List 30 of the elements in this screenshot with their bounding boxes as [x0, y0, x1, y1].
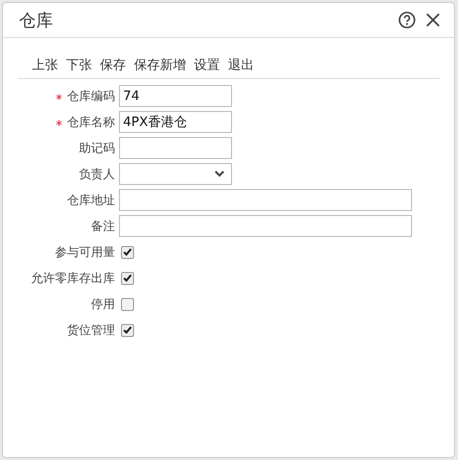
input-field[interactable]: 4PX香港仓 [119, 111, 232, 133]
field-label: 负责人 [79, 166, 115, 182]
field-label: 仓库名称 [67, 114, 115, 130]
toolbar-button[interactable]: 上张 [32, 56, 58, 74]
field-label: 备注 [91, 218, 115, 234]
input-field[interactable] [119, 215, 412, 237]
input-field[interactable] [119, 189, 412, 211]
field-label: 仓库地址 [67, 192, 115, 208]
field-label: 参与可用量 [55, 244, 115, 260]
field-label: 助记码 [79, 140, 115, 156]
checkbox[interactable] [121, 324, 134, 336]
field-label: 货位管理 [67, 322, 115, 338]
chevron-down-icon [214, 170, 225, 178]
toolbar-button[interactable]: 下张 [66, 56, 92, 74]
dropdown-field[interactable] [119, 163, 232, 185]
toolbar-button[interactable]: 保存 [100, 56, 126, 74]
toolbar-button[interactable]: 设置 [194, 56, 220, 74]
input-field[interactable] [119, 137, 232, 159]
field-label: 仓库编码 [67, 88, 115, 104]
input-field[interactable]: 74 [119, 85, 232, 107]
close-icon[interactable] [426, 13, 440, 27]
field-label: 允许零库存出库 [31, 270, 115, 286]
help-icon[interactable] [398, 11, 416, 29]
checkbox[interactable] [121, 272, 134, 284]
toolbar-button[interactable]: 保存新增 [134, 56, 186, 74]
window-title: 仓库 [19, 10, 54, 32]
field-label: 停用 [91, 296, 115, 312]
checkbox[interactable] [121, 246, 134, 258]
checkbox[interactable] [121, 298, 134, 310]
toolbar-button[interactable]: 退出 [228, 56, 254, 74]
